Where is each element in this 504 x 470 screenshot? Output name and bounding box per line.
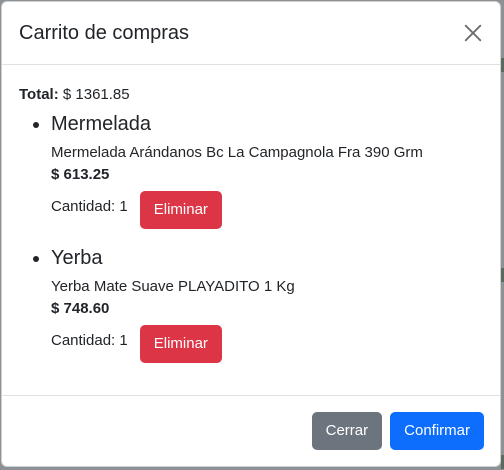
close-modal-button[interactable]: Cerrar	[311, 412, 383, 450]
cart-modal: Carrito de compras Total: $ 1361.85 Merm…	[1, 1, 501, 467]
item-name: Mermelada	[51, 113, 152, 135]
remove-item-button[interactable]: Eliminar	[139, 191, 222, 229]
item-quantity-row: Cantidad: 1 Eliminar	[51, 325, 484, 363]
total-label: Total:	[19, 86, 59, 103]
total-value: $ 1361.85	[62, 86, 130, 103]
close-icon	[464, 24, 482, 42]
cart-item-list: Mermelada Mermelada Arándanos Bc La Camp…	[19, 111, 484, 363]
item-name: Yerba	[51, 247, 103, 269]
cart-item: Mermelada Mermelada Arándanos Bc La Camp…	[51, 111, 484, 229]
close-button[interactable]	[462, 22, 484, 44]
modal-body: Total: $ 1361.85 Mermelada Mermelada Ará…	[2, 65, 500, 397]
cart-total: Total: $ 1361.85	[19, 85, 484, 105]
item-price: $ 613.25	[51, 166, 110, 183]
item-description: Mermelada Arándanos Bc La Campagnola Fra…	[51, 144, 423, 161]
remove-item-button[interactable]: Eliminar	[139, 325, 222, 363]
item-price: $ 748.60	[51, 300, 110, 317]
item-quantity-row: Cantidad: 1 Eliminar	[51, 191, 484, 229]
cart-item: Yerba Yerba Mate Suave PLAYADITO 1 Kg $ …	[51, 245, 484, 363]
item-quantity: Cantidad: 1	[51, 198, 128, 215]
modal-footer: Cerrar Confirmar	[2, 395, 500, 466]
item-quantity: Cantidad: 1	[51, 332, 128, 349]
item-description: Yerba Mate Suave PLAYADITO 1 Kg	[51, 278, 295, 295]
confirm-button[interactable]: Confirmar	[390, 412, 484, 450]
modal-title: Carrito de compras	[19, 22, 190, 44]
modal-header: Carrito de compras	[2, 2, 500, 65]
